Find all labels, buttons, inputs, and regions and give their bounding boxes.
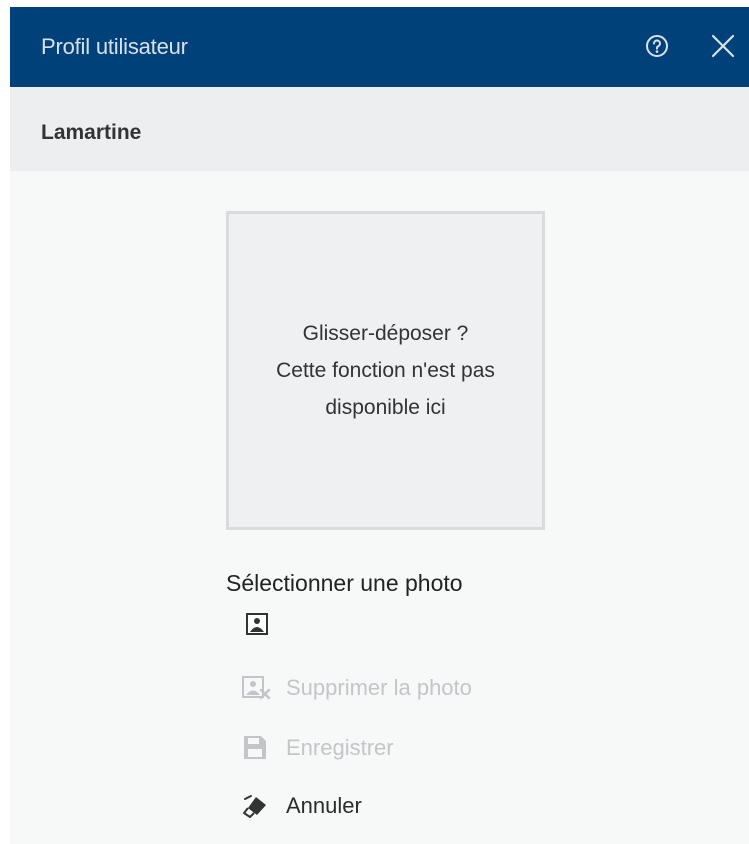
profile-name: Lamartine bbox=[41, 121, 142, 144]
select-photo-label: Sélectionner une photo bbox=[226, 570, 463, 596]
save-label: Enregistrer bbox=[286, 735, 394, 760]
cancel-label: Annuler bbox=[286, 793, 362, 818]
dropzone-line-3: disponible ici bbox=[325, 396, 446, 419]
panel-title: Profil utilisateur bbox=[41, 34, 188, 59]
delete-photo-button[interactable]: Supprimer la photo bbox=[242, 675, 472, 701]
delete-photo-label: Supprimer la photo bbox=[286, 675, 472, 700]
user-profile-panel: Profil utilisateur Lamartine Glisser-dép… bbox=[10, 7, 749, 844]
cancel-button[interactable]: Annuler bbox=[242, 793, 362, 819]
eraser-icon bbox=[242, 793, 272, 819]
save-button[interactable]: Enregistrer bbox=[242, 735, 394, 761]
help-icon[interactable] bbox=[645, 34, 669, 58]
close-icon[interactable] bbox=[710, 33, 736, 59]
photo-dropzone[interactable]: Glisser-déposer ? Cette fonction n'est p… bbox=[226, 211, 545, 530]
dropzone-line-2: Cette fonction n'est pas bbox=[276, 359, 495, 382]
profile-subheader: Lamartine bbox=[10, 87, 749, 171]
dropzone-message: Glisser-déposer ? Cette fonction n'est p… bbox=[276, 315, 495, 426]
select-photo-icon[interactable] bbox=[246, 613, 268, 635]
floppy-disk-icon bbox=[242, 735, 272, 761]
dropzone-line-1: Glisser-déposer ? bbox=[302, 322, 469, 345]
image-remove-icon bbox=[242, 675, 272, 701]
panel-header: Profil utilisateur bbox=[10, 7, 749, 87]
